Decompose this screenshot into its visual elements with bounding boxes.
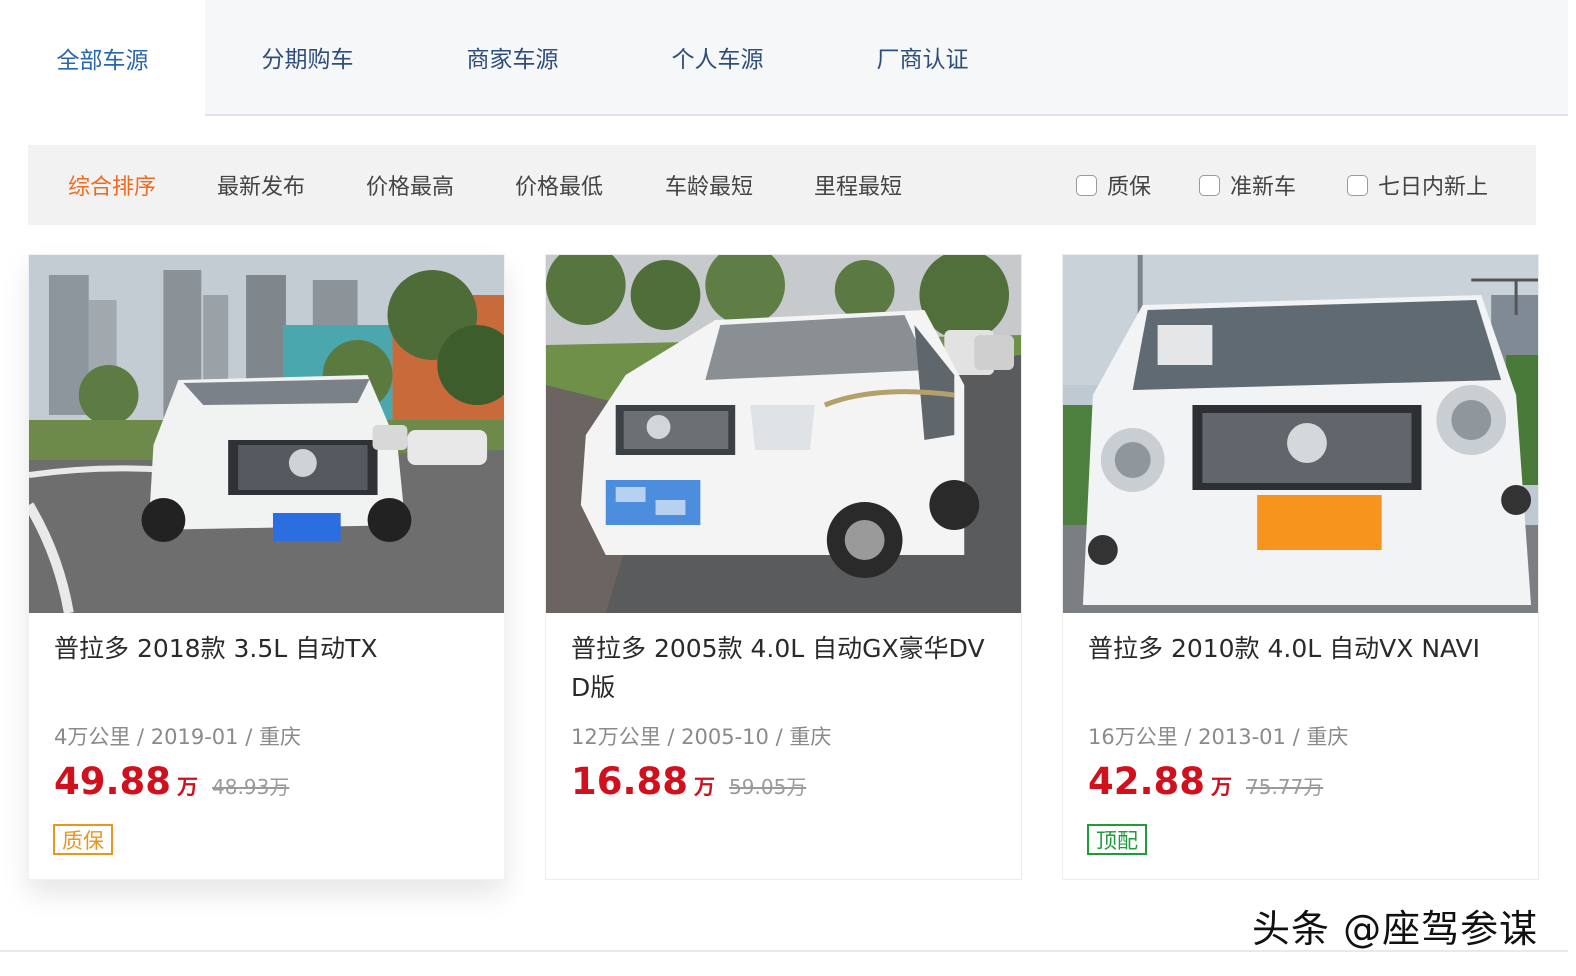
listing-title[interactable]: 普拉多 2018款 3.5L 自动TX bbox=[54, 629, 484, 668]
sort-age-shortest[interactable]: 车龄最短 bbox=[665, 145, 753, 225]
car-photo[interactable] bbox=[546, 255, 1021, 613]
price-unit: 万 bbox=[694, 775, 716, 799]
car-photo-image bbox=[29, 255, 504, 613]
sort-price-low[interactable]: 价格最低 bbox=[515, 145, 603, 225]
price-unit: 万 bbox=[177, 775, 199, 799]
filter-new-in-7-days[interactable]: 七日内新上 bbox=[1347, 145, 1488, 225]
listing-price: 49.88 万 48.93万 bbox=[54, 760, 289, 803]
car-photo[interactable] bbox=[1063, 255, 1538, 613]
source-tab-bar: 全部车源 分期购车 商家车源 个人车源 厂商认证 bbox=[0, 0, 1568, 116]
sort-filter-bar: 综合排序 最新发布 价格最高 价格最低 车龄最短 里程最短 质保 准新车 七日内… bbox=[28, 145, 1536, 225]
current-price: 49.88 bbox=[54, 760, 172, 803]
listing-title[interactable]: 普拉多 2005款 4.0L 自动GX豪华DVD版 bbox=[571, 629, 1001, 707]
tab-manufacturer-certified[interactable]: 厂商认证 bbox=[820, 0, 1025, 114]
listing-meta: 16万公里 / 2013-01 / 重庆 bbox=[1088, 725, 1349, 749]
listing-price: 16.88 万 59.05万 bbox=[571, 760, 806, 803]
car-photo-image bbox=[546, 255, 1021, 613]
listing-price: 42.88 万 75.77万 bbox=[1088, 760, 1323, 803]
car-photo[interactable] bbox=[29, 255, 504, 613]
current-price: 16.88 bbox=[571, 760, 689, 803]
tab-label: 商家车源 bbox=[466, 47, 559, 73]
current-price: 42.88 bbox=[1088, 760, 1206, 803]
listing-meta: 4万公里 / 2019-01 / 重庆 bbox=[54, 725, 301, 749]
sort-mileage-shortest[interactable]: 里程最短 bbox=[814, 145, 902, 225]
filter-label: 准新车 bbox=[1230, 175, 1297, 200]
tab-installment[interactable]: 分期购车 bbox=[205, 0, 410, 114]
tab-label: 分期购车 bbox=[261, 47, 354, 73]
tab-label: 全部车源 bbox=[56, 48, 149, 74]
sort-price-high[interactable]: 价格最高 bbox=[366, 145, 454, 225]
new-in-7-days-checkbox[interactable] bbox=[1347, 174, 1368, 196]
listing-card[interactable]: 普拉多 2010款 4.0L 自动VX NAVI 16万公里 / 2013-01… bbox=[1062, 254, 1539, 880]
watermark: 头条 @座驾参谋 bbox=[1252, 907, 1539, 951]
warranty-checkbox[interactable] bbox=[1076, 174, 1097, 196]
top-spec-badge: 顶配 bbox=[1087, 824, 1147, 855]
listing-meta: 12万公里 / 2005-10 / 重庆 bbox=[571, 725, 832, 749]
warranty-badge: 质保 bbox=[53, 824, 113, 855]
original-price: 75.77万 bbox=[1246, 775, 1324, 799]
original-price: 59.05万 bbox=[729, 775, 807, 799]
filter-nearly-new[interactable]: 准新车 bbox=[1199, 145, 1296, 225]
listing-title[interactable]: 普拉多 2010款 4.0L 自动VX NAVI bbox=[1088, 629, 1518, 668]
filter-label: 质保 bbox=[1107, 175, 1152, 200]
tab-label: 厂商认证 bbox=[876, 47, 969, 73]
listing-card[interactable]: 普拉多 2005款 4.0L 自动GX豪华DVD版 12万公里 / 2005-1… bbox=[545, 254, 1022, 880]
listing-card[interactable]: 普拉多 2018款 3.5L 自动TX 4万公里 / 2019-01 / 重庆 … bbox=[28, 254, 505, 880]
original-price: 48.93万 bbox=[212, 775, 290, 799]
nearly-new-checkbox[interactable] bbox=[1199, 174, 1220, 196]
filter-warranty[interactable]: 质保 bbox=[1076, 145, 1151, 225]
tab-all-sources[interactable]: 全部车源 bbox=[0, 0, 205, 116]
filter-label: 七日内新上 bbox=[1378, 175, 1489, 200]
price-unit: 万 bbox=[1211, 775, 1233, 799]
sort-newest[interactable]: 最新发布 bbox=[217, 145, 305, 225]
tab-label: 个人车源 bbox=[671, 47, 764, 73]
car-photo-image bbox=[1063, 255, 1538, 613]
tab-dealer-sources[interactable]: 商家车源 bbox=[410, 0, 615, 114]
sort-comprehensive[interactable]: 综合排序 bbox=[68, 145, 156, 225]
bottom-divider bbox=[0, 950, 1568, 952]
tab-personal-sources[interactable]: 个人车源 bbox=[615, 0, 820, 114]
